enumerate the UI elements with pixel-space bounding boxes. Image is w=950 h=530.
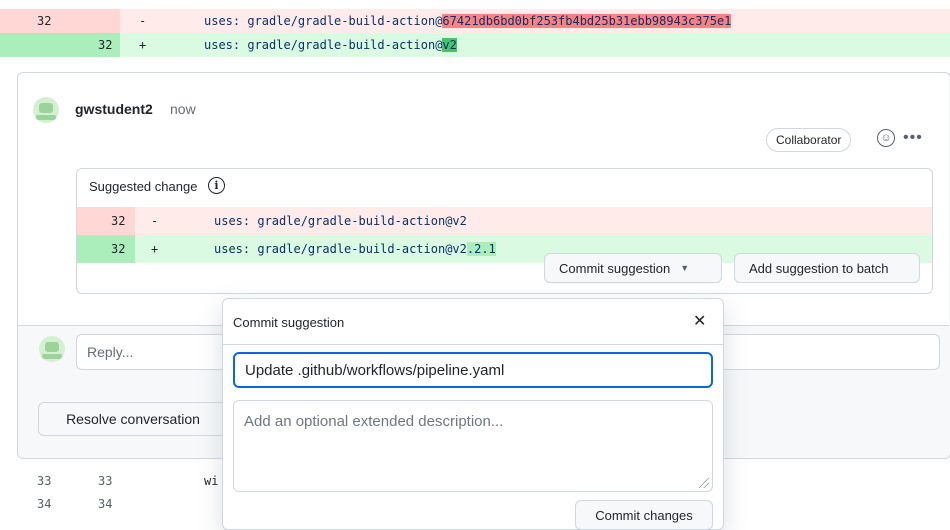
diff-sign: - (151, 214, 159, 228)
resolve-conversation-button[interactable]: Resolve conversation (38, 402, 228, 436)
chevron-down-icon: ▼ (680, 263, 690, 273)
author-avatar[interactable] (33, 97, 59, 123)
comment-time[interactable]: now (170, 101, 196, 117)
diff-code: uses: gradle/gradle-build-action@v2 (204, 38, 457, 52)
diff-code: uses: gradle/gradle-build-action@v2 (214, 214, 467, 228)
diff-line-deleted: 32 - uses: gradle/gradle-build-action@67… (0, 9, 950, 33)
resolve-conversation-label: Resolve conversation (66, 411, 200, 427)
commit-changes-label: Commit changes (595, 507, 693, 523)
resize-handle-icon[interactable] (699, 478, 709, 488)
popover-title: Commit suggestion (233, 315, 345, 330)
diff-code: uses: gradle/gradle-build-action@v2.2.1 (214, 242, 496, 256)
old-line-number[interactable]: 34 (37, 497, 51, 511)
commit-suggestion-popover: Commit suggestion ✕ Update .github/workf… (222, 298, 724, 530)
diff-code: uses: gradle/gradle-build-action@67421db… (204, 14, 732, 28)
old-line-number[interactable]: 32 (37, 14, 51, 28)
close-icon[interactable]: ✕ (693, 311, 706, 331)
new-line-number[interactable]: 33 (98, 474, 112, 488)
diff-sign: - (139, 14, 147, 28)
suggested-change-label: Suggested change (89, 179, 198, 194)
line-number: 32 (111, 242, 126, 256)
line-number-gutter (77, 235, 135, 263)
collaborator-badge: Collaborator (766, 128, 852, 152)
popover-header: Commit suggestion ✕ (223, 299, 723, 345)
comment-author[interactable]: gwstudent2 (75, 101, 153, 117)
diff-sign: + (151, 242, 159, 256)
commit-suggestion-label: Commit suggestion (559, 260, 671, 276)
line-number-gutter (77, 207, 135, 235)
suggestion-line-deleted: 32 - uses: gradle/gradle-build-action@v2 (77, 207, 932, 235)
add-reaction-icon[interactable]: ☺ (877, 129, 895, 147)
extended-description-textarea[interactable]: Add an optional extended description... (233, 400, 713, 492)
more-options-icon[interactable]: ••• (903, 129, 923, 147)
commit-suggestion-button[interactable]: Commit suggestion ▼ (544, 253, 722, 283)
old-line-number[interactable]: 33 (37, 474, 51, 488)
description-placeholder: Add an optional extended description... (244, 413, 504, 430)
diff-sign: + (139, 38, 147, 52)
line-number-gutter (0, 9, 120, 33)
new-line-number[interactable]: 34 (98, 497, 112, 511)
diff-line-added: 32 + uses: gradle/gradle-build-action@v2 (0, 33, 950, 57)
info-icon[interactable]: i (208, 177, 225, 194)
new-line-number[interactable]: 32 (98, 38, 112, 52)
add-to-batch-label: Add suggestion to batch (749, 260, 889, 276)
commit-changes-button[interactable]: Commit changes (575, 500, 713, 530)
context-code: wi (204, 474, 219, 488)
current-user-avatar (39, 336, 65, 362)
add-to-batch-button[interactable]: Add suggestion to batch (734, 253, 920, 283)
commit-message-input[interactable]: Update .github/workflows/pipeline.yaml (233, 352, 713, 388)
line-number: 32 (111, 214, 126, 228)
